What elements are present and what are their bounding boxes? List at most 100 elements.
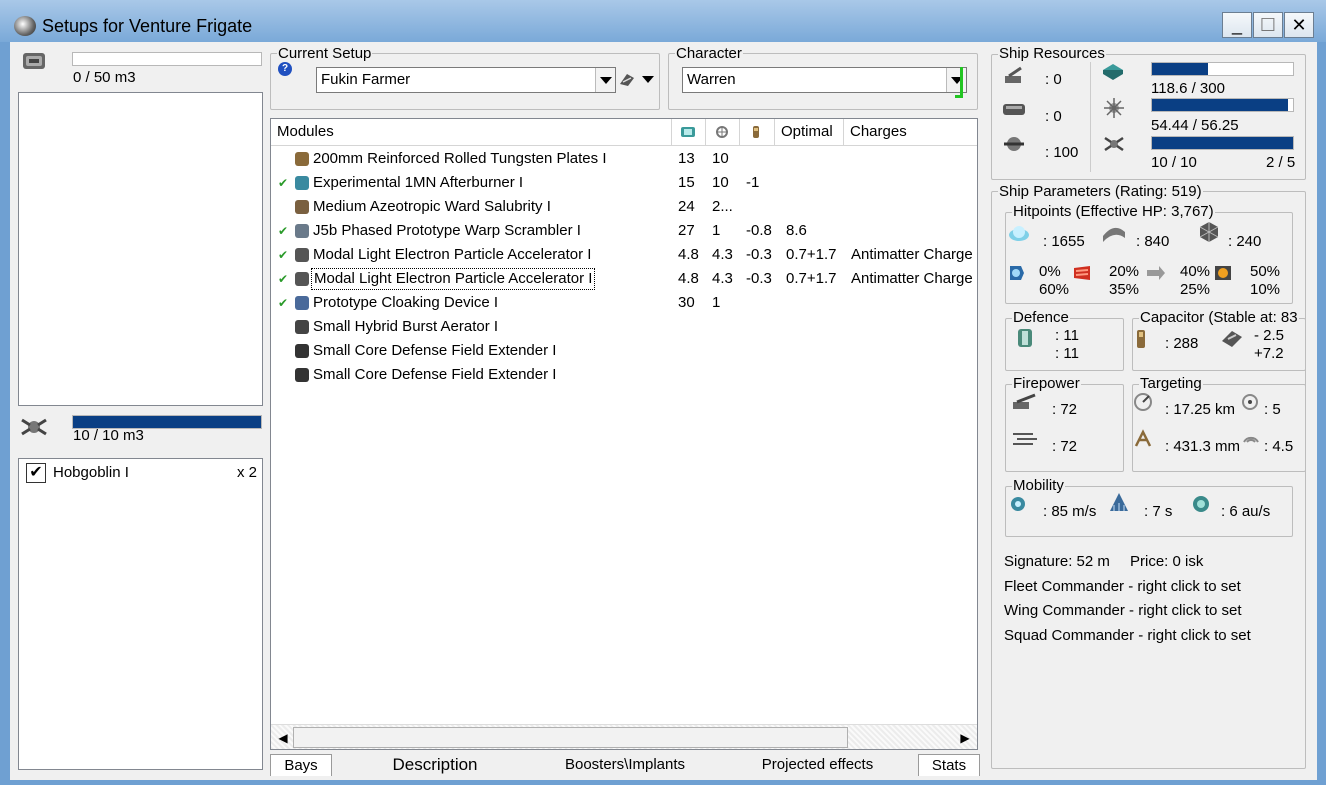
module-row[interactable]: Small Hybrid Burst Aerator I: [271, 315, 977, 339]
character-status-indicator-base: [955, 95, 963, 98]
module-name: Modal Light Electron Particle Accelerato…: [311, 268, 596, 290]
column-header-cpu[interactable]: [672, 119, 706, 145]
module-capacitor: -0.3: [746, 246, 772, 263]
resources-divider: [1090, 62, 1091, 172]
character-dropdown-arrow[interactable]: [946, 68, 966, 92]
scroll-right-button[interactable]: ▶: [955, 728, 975, 748]
module-powergrid: 4.3: [712, 246, 733, 263]
module-cpu: 15: [678, 174, 695, 191]
module-cpu: 30: [678, 294, 695, 311]
module-row[interactable]: ✔ Modal Light Electron Particle Accelerat…: [271, 267, 977, 291]
module-cpu: 13: [678, 150, 695, 167]
targeting-range-value: : 17.25 km: [1165, 401, 1236, 418]
tab-stats[interactable]: Stats: [918, 754, 980, 776]
tab-boosters-implants[interactable]: Boosters\Implants: [550, 754, 700, 776]
squad-commander-text[interactable]: Squad Commander - right click to set: [1004, 627, 1251, 644]
module-row[interactable]: ✔ Prototype Cloaking Device I 30 1: [271, 291, 977, 315]
thermal-resist-shield: 20%: [1109, 263, 1140, 280]
defence-value-1: : 11: [1055, 327, 1079, 344]
scroll-thumb[interactable]: [293, 727, 848, 748]
capacitor-amount-icon: [1132, 328, 1150, 350]
module-row[interactable]: Medium Azeotropic Ward Salubrity I 24 2...: [271, 195, 977, 219]
active-check-icon: ✔: [278, 224, 289, 238]
capacitor-recharge-icon: [1220, 327, 1244, 349]
max-targets-icon: [1240, 391, 1260, 413]
capacitor-icon: [753, 126, 759, 138]
thermal-resist-icon: [1072, 262, 1094, 284]
velocity-icon: [1007, 494, 1029, 514]
module-cpu: 4.8: [678, 246, 699, 263]
column-header-powergrid[interactable]: [706, 119, 740, 145]
module-optimal: 0.7+1.7: [786, 270, 837, 287]
title-bar[interactable]: Setups for Venture Frigate _ ☐ ✕: [0, 0, 1326, 42]
ship-resources-label: Ship Resources: [998, 45, 1106, 62]
minimize-button[interactable]: _: [1222, 12, 1252, 38]
kinetic-resist-icon: [1145, 262, 1167, 284]
active-check-icon: ✔: [278, 176, 289, 190]
cargo-capacity-text: 0 / 50 m3: [73, 69, 136, 86]
module-powergrid: 10: [712, 174, 729, 191]
module-name: Small Core Defense Field Extender I: [313, 342, 557, 359]
horizontal-scrollbar[interactable]: ◀ ▶: [271, 724, 977, 749]
drone-bandwidth-value: 10 / 10: [1151, 154, 1197, 171]
warp-speed-value: : 6 au/s: [1221, 503, 1271, 520]
ship-parameters-label: Ship Parameters (Rating: 519): [998, 183, 1203, 200]
active-check-icon: ✔: [278, 296, 289, 310]
column-header-optimal[interactable]: Optimal: [775, 119, 844, 145]
scroll-left-button[interactable]: ◀: [273, 728, 293, 748]
module-powergrid: 10: [712, 150, 729, 167]
targeting-range-icon: [1132, 391, 1154, 413]
character-select[interactable]: Warren: [682, 67, 967, 93]
setup-dropdown-arrow[interactable]: [595, 68, 615, 92]
powergrid-resource-icon: [1102, 96, 1126, 120]
thermal-resist-armor: 35%: [1109, 281, 1140, 298]
column-header-modules[interactable]: Modules: [271, 119, 672, 145]
module-row[interactable]: ✔ J5b Phased Prototype Warp Scrambler I 27…: [271, 219, 977, 243]
module-row[interactable]: Small Core Defense Field Extender I: [271, 339, 977, 363]
modules-table[interactable]: Modules Optimal Charges 200mm Reinforced…: [270, 118, 978, 750]
character-label: Character: [675, 45, 743, 62]
module-name: Experimental 1MN Afterburner I: [313, 174, 524, 191]
firepower-value-2: : 72: [1052, 438, 1078, 455]
header-divider: [271, 145, 977, 146]
fleet-commander-text[interactable]: Fleet Commander - right click to set: [1004, 578, 1241, 595]
shield-rig-icon: [295, 368, 309, 382]
tab-description[interactable]: Description: [350, 754, 520, 776]
setup-select[interactable]: Fukin Farmer: [316, 67, 616, 93]
column-header-capacitor[interactable]: [740, 119, 775, 145]
tab-bays[interactable]: Bays: [270, 754, 332, 776]
powergrid-icon: [716, 126, 728, 138]
kinetic-resist-armor: 25%: [1180, 281, 1211, 298]
module-cpu: 27: [678, 222, 695, 239]
column-header-charges[interactable]: Charges: [844, 119, 977, 145]
maximize-button[interactable]: ☐: [1253, 12, 1283, 38]
setup-menu-dropdown[interactable]: [640, 73, 656, 87]
velocity-value: : 85 m/s: [1043, 503, 1097, 520]
drone-checkbox[interactable]: ✔: [26, 463, 46, 483]
cpu-resource-icon: [1100, 60, 1126, 84]
armor-hp-value: : 840: [1136, 233, 1170, 250]
price-text: Price: 0 isk: [1130, 553, 1204, 570]
module-row[interactable]: ✔ Experimental 1MN Afterburner I 15 10 -1: [271, 171, 977, 195]
cloak-icon: [295, 296, 309, 310]
close-button[interactable]: ✕: [1284, 12, 1314, 38]
tab-projected-effects[interactable]: Projected effects: [745, 754, 890, 776]
scan-resolution-icon: [1132, 428, 1154, 450]
wing-commander-text[interactable]: Wing Commander - right click to set: [1004, 602, 1242, 619]
active-check-icon: ✔: [278, 272, 289, 286]
ship-icon[interactable]: [618, 70, 636, 90]
character-select-value: Warren: [687, 71, 736, 88]
cargo-list[interactable]: [18, 92, 263, 406]
module-powergrid: 2...: [712, 198, 733, 215]
module-row[interactable]: 200mm Reinforced Rolled Tungsten Plates …: [271, 147, 977, 171]
missile-dps-icon: [1011, 429, 1039, 447]
help-icon[interactable]: ?: [278, 62, 292, 76]
module-row[interactable]: ✔ Modal Light Electron Particle Accelerat…: [271, 243, 977, 267]
module-optimal: 8.6: [786, 222, 807, 239]
shield-hp-icon: [1007, 222, 1031, 244]
drone-list[interactable]: ✔ Hobgoblin I x 2: [18, 458, 263, 770]
module-row[interactable]: Small Core Defense Field Extender I: [271, 363, 977, 387]
drone-bandwidth-icon: [1102, 132, 1126, 156]
sensor-strength-icon: [1240, 428, 1262, 450]
setup-select-value: Fukin Farmer: [321, 71, 411, 88]
